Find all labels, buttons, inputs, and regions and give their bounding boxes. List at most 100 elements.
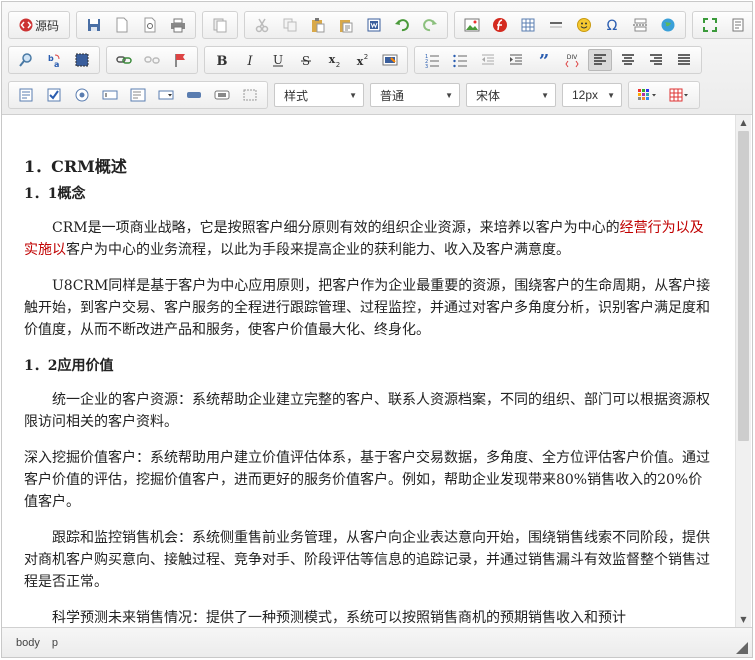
unlink-button[interactable] xyxy=(140,49,164,71)
path-item-p[interactable]: p xyxy=(52,637,58,649)
svg-text:2: 2 xyxy=(364,53,368,61)
print-button[interactable] xyxy=(166,14,190,36)
chevron-down-icon: ▼ xyxy=(541,90,549,100)
textarea-button[interactable] xyxy=(126,84,150,106)
maximize-button[interactable] xyxy=(698,14,722,36)
textfield-button[interactable] xyxy=(98,84,122,106)
font-select[interactable]: 宋体 ▼ xyxy=(466,83,556,107)
svg-text:DIV: DIV xyxy=(567,54,578,61)
italic-button[interactable]: I xyxy=(238,49,262,71)
underline-icon: U xyxy=(273,53,283,67)
div-button[interactable]: DIV xyxy=(560,49,584,71)
copy-button[interactable] xyxy=(278,14,302,36)
replace-button[interactable]: ba xyxy=(42,49,66,71)
toolbar-row-2: ba B I U S x2 x2 123 ” DIV xyxy=(8,44,708,76)
align-left-icon xyxy=(594,54,606,65)
align-justify-button[interactable] xyxy=(672,49,696,71)
pagebreak-button[interactable] xyxy=(628,14,652,36)
unlink-icon xyxy=(144,56,160,64)
undo-button[interactable] xyxy=(390,14,414,36)
show-blocks-button[interactable] xyxy=(726,14,750,36)
select-all-button[interactable] xyxy=(70,49,94,71)
format-select[interactable]: 普通 ▼ xyxy=(370,83,460,107)
select-button[interactable] xyxy=(154,84,178,106)
vertical-scrollbar[interactable]: ▲ ▼ xyxy=(735,115,751,627)
align-justify-icon xyxy=(678,54,690,65)
save-button[interactable] xyxy=(82,14,106,36)
anchor-button[interactable] xyxy=(168,49,192,71)
source-button[interactable]: 源码 xyxy=(14,14,64,36)
template-button[interactable] xyxy=(208,14,232,36)
anchor-icon xyxy=(175,54,185,67)
scroll-up-icon[interactable]: ▲ xyxy=(736,115,751,130)
toolbar-group-insert: Ω xyxy=(454,11,686,39)
strikethrough-button[interactable]: S xyxy=(294,49,318,71)
subscript-button[interactable]: x2 xyxy=(322,49,346,71)
paragraph-6: 科学预测未来销售情况：提供了一种预测模式，系统可以按照销售商机的预期销售收入和预… xyxy=(52,610,626,626)
indent-button[interactable] xyxy=(504,49,528,71)
heading-concept: 1．1概念 xyxy=(24,186,86,202)
flash-button[interactable] xyxy=(488,14,512,36)
imagebutton-button[interactable] xyxy=(210,84,234,106)
scroll-down-icon[interactable]: ▼ xyxy=(736,612,751,627)
button-button[interactable] xyxy=(182,84,206,106)
text-color-icon xyxy=(638,89,656,100)
bg-color-button[interactable] xyxy=(666,84,694,106)
svg-text:I: I xyxy=(246,54,253,68)
radio-button[interactable] xyxy=(70,84,94,106)
resize-handle-icon[interactable] xyxy=(736,642,748,654)
path-item-body[interactable]: body xyxy=(16,637,40,649)
paste-text-button[interactable] xyxy=(334,14,358,36)
paragraph-4: 深入挖掘价值客户：系统帮助用户建立价值评估体系，基于客户交易数据，多角度、全方位… xyxy=(24,450,710,510)
checkbox-button[interactable] xyxy=(42,84,66,106)
special-char-icon: Ω xyxy=(607,18,618,33)
superscript-button[interactable]: x2 xyxy=(350,49,374,71)
ordered-list-icon: 123 xyxy=(425,54,439,68)
table-button[interactable] xyxy=(516,14,540,36)
svg-text:2: 2 xyxy=(336,61,340,68)
emoticon-button[interactable] xyxy=(572,14,596,36)
strikethrough-icon: S xyxy=(301,54,311,68)
maximize-icon xyxy=(703,18,717,32)
source-icon xyxy=(19,18,33,32)
outdent-button[interactable] xyxy=(476,49,500,71)
editor-content[interactable]: 1．CRM概述 1．1概念 CRM是一项商业战略，它是按照客户细分原则有效的组织… xyxy=(2,115,737,627)
chevron-down-icon: ▼ xyxy=(445,90,453,100)
redo-button[interactable] xyxy=(418,14,442,36)
find-button[interactable] xyxy=(14,49,38,71)
unordered-list-icon xyxy=(453,54,467,68)
radio-icon xyxy=(75,88,89,102)
image-button[interactable] xyxy=(460,14,484,36)
toolbar-group-template xyxy=(202,11,238,39)
text-color-button[interactable] xyxy=(634,84,662,106)
div-icon: DIV xyxy=(565,54,579,68)
align-left-button[interactable] xyxy=(588,49,612,71)
hr-icon xyxy=(550,22,562,28)
font-size-select[interactable]: 12px ▼ xyxy=(562,83,622,107)
style-select[interactable]: 样式 ▼ xyxy=(274,83,364,107)
bold-button[interactable]: B xyxy=(210,49,234,71)
link-button[interactable] xyxy=(112,49,136,71)
blockquote-button[interactable]: ” xyxy=(532,49,556,71)
form-button[interactable] xyxy=(14,84,38,106)
font-size-select-value: 12px xyxy=(572,88,599,102)
unordered-list-button[interactable] xyxy=(448,49,472,71)
hr-button[interactable] xyxy=(544,14,568,36)
align-center-button[interactable] xyxy=(616,49,640,71)
undo-icon xyxy=(395,19,409,32)
paste-button[interactable] xyxy=(306,14,330,36)
hiddenfield-button[interactable] xyxy=(238,84,262,106)
cut-button[interactable] xyxy=(250,14,274,36)
toolbar-group-basic-style: B I U S x2 x2 xyxy=(204,46,408,74)
paste-word-button[interactable] xyxy=(362,14,386,36)
align-right-button[interactable] xyxy=(644,49,668,71)
scrollbar-thumb[interactable] xyxy=(738,131,749,441)
preview-button[interactable] xyxy=(138,14,162,36)
underline-button[interactable]: U xyxy=(266,49,290,71)
map-button[interactable] xyxy=(656,14,680,36)
ordered-list-button[interactable]: 123 xyxy=(420,49,444,71)
new-doc-button[interactable] xyxy=(110,14,134,36)
special-char-button[interactable]: Ω xyxy=(600,14,624,36)
remove-format-button[interactable] xyxy=(378,49,402,71)
align-right-icon xyxy=(650,54,662,65)
